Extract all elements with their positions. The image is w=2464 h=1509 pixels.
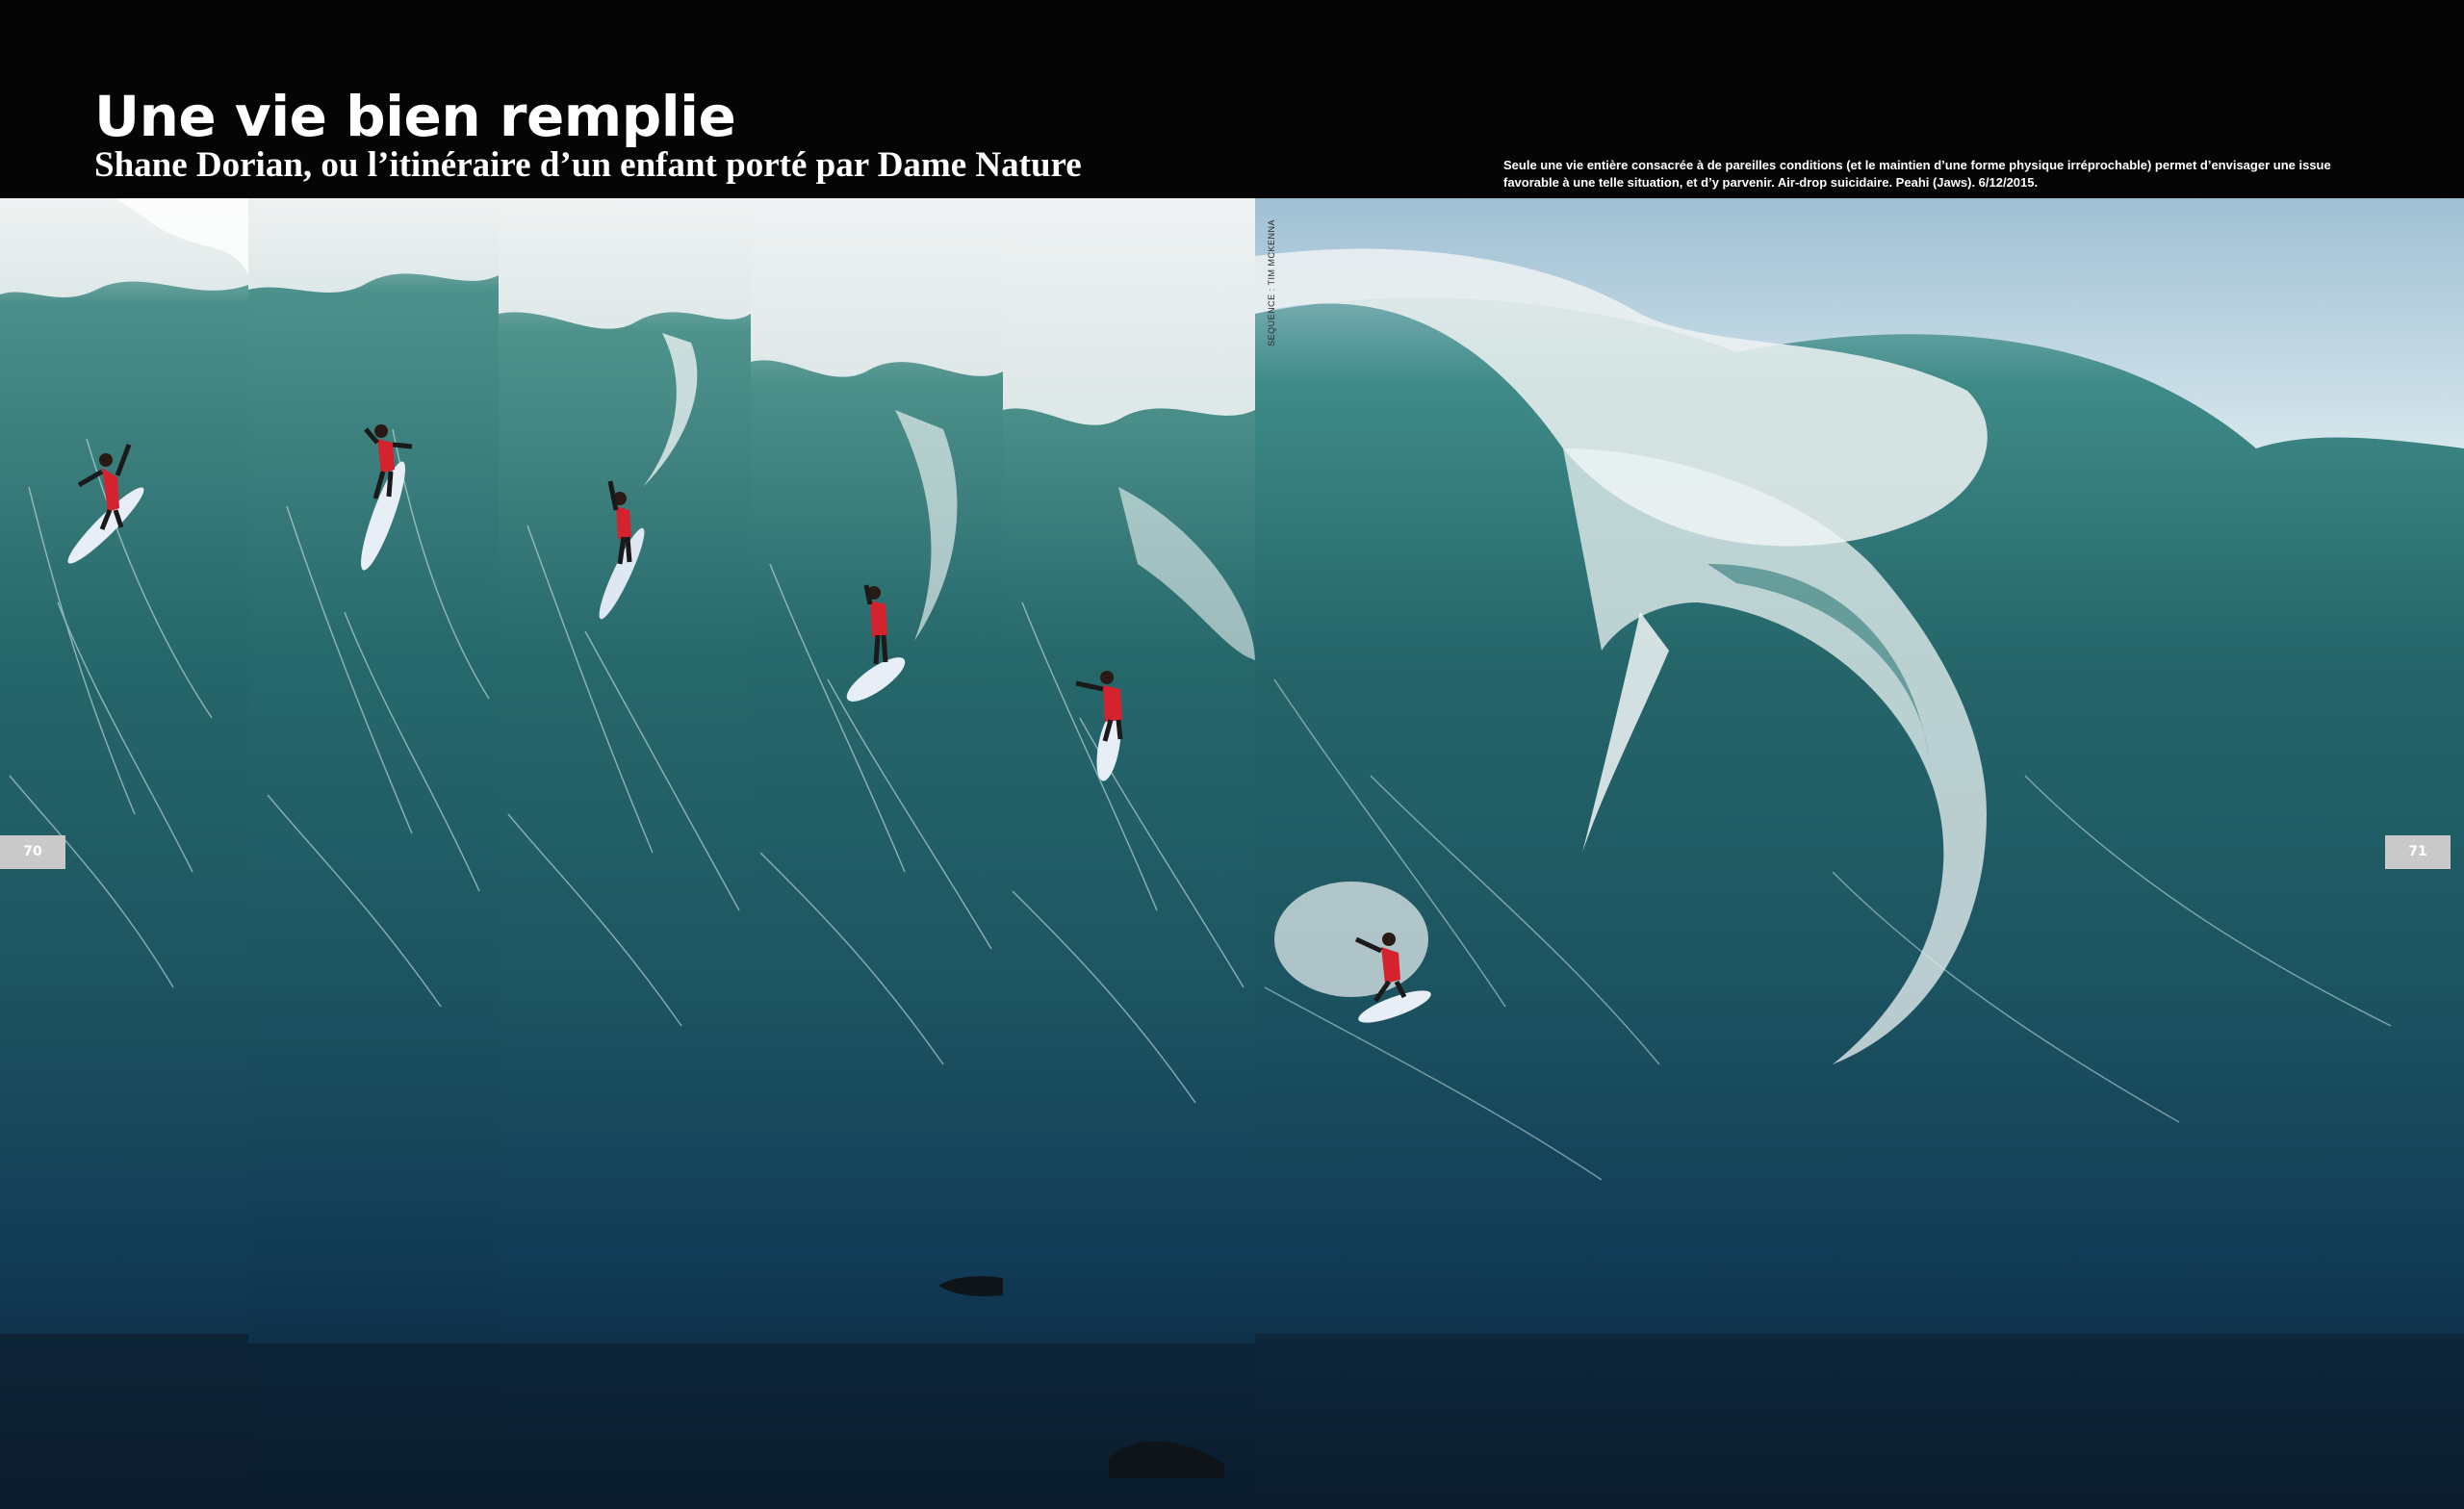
sequence-photo-4 (751, 198, 1003, 1509)
sequence-frame-4 (751, 198, 1003, 1509)
sequence-frame-5 (1003, 198, 1255, 1509)
photo-sequence (0, 198, 2464, 1509)
sequence-photo-5 (1003, 198, 1255, 1509)
article-title: Une vie bien remplie (94, 84, 736, 149)
sequence-photo-2 (248, 198, 499, 1509)
sequence-frame-6 (1255, 198, 2464, 1509)
page-number-left: 70 (0, 835, 65, 869)
magazine-spread: Une vie bien remplie Shane Dorian, ou l’… (0, 0, 2464, 1509)
photo-caption: Seule une vie entière consacrée à de par… (1503, 158, 2331, 190)
sequence-frame-2 (248, 198, 499, 1509)
page-number-right: 71 (2385, 835, 2451, 869)
photo-credit: SEQUENCE : TIM MCKENNA (1267, 219, 1276, 346)
sequence-photo-6 (1255, 198, 2464, 1509)
sequence-frame-3 (499, 198, 751, 1509)
sequence-photo-3 (499, 198, 751, 1509)
article-subtitle: Shane Dorian, ou l’itinéraire d’un enfan… (94, 145, 1082, 185)
